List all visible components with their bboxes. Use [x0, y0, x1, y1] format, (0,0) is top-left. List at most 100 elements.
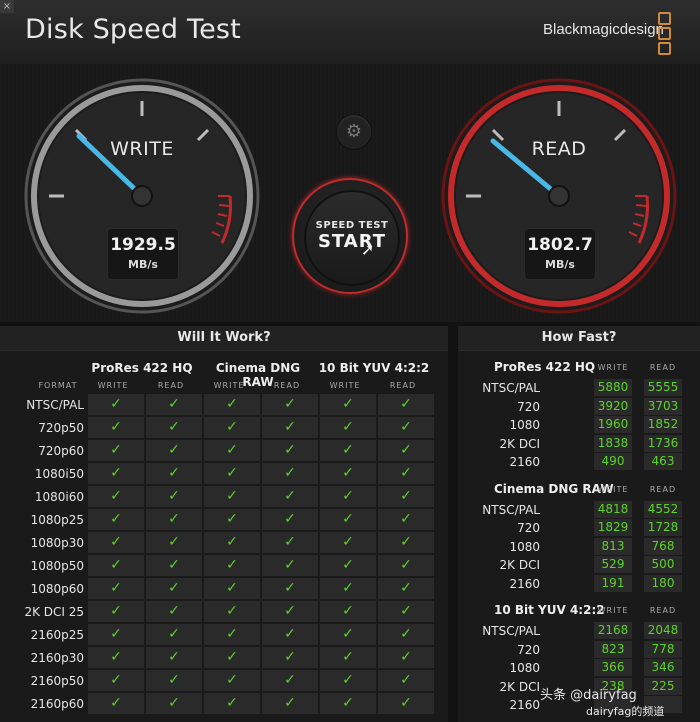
format-name: 2160p50	[30, 674, 84, 688]
how-fast-row: 1080 366 346	[458, 659, 700, 677]
check-icon: ✓	[204, 647, 260, 668]
how-fast-format-name: NTSC/PAL	[482, 381, 540, 395]
read-speed-value: 346	[644, 659, 682, 676]
check-icon: ✓	[204, 670, 260, 691]
read-speed-value: 225	[644, 677, 682, 695]
write-speed-value: 2168	[594, 622, 632, 639]
check-icon: ✓	[146, 417, 202, 438]
format-name: 1080p30	[30, 536, 84, 550]
check-icon: ✓	[146, 394, 202, 415]
check-icon: ✓	[204, 532, 260, 553]
read-column-header: READ	[649, 363, 677, 372]
check-icon: ✓	[378, 693, 434, 714]
check-icon: ✓	[146, 693, 202, 714]
check-icon: ✓	[378, 394, 434, 415]
how-fast-format-name: 1080	[509, 418, 540, 432]
read-column-header: READ	[649, 606, 677, 615]
check-icon: ✓	[378, 440, 434, 461]
check-icon: ✓	[262, 578, 318, 599]
how-fast-format-name: 2160	[509, 698, 540, 712]
read-readout: 1802.7 MB/s	[524, 228, 596, 280]
check-icon: ✓	[204, 486, 260, 507]
format-name: 2160p60	[30, 697, 84, 711]
check-icon: ✓	[204, 555, 260, 576]
check-icon: ✓	[378, 486, 434, 507]
read-speed-value: 463	[644, 453, 682, 470]
check-icon: ✓	[262, 394, 318, 415]
format-row: 2160p60 ✓ ✓ ✓ ✓ ✓ ✓	[0, 693, 448, 715]
format-name: 720p50	[38, 421, 84, 435]
check-icon: ✓	[320, 624, 376, 645]
check-icon: ✓	[320, 670, 376, 691]
format-header: FORMAT	[38, 381, 78, 390]
format-row: 720p60 ✓ ✓ ✓ ✓ ✓ ✓	[0, 440, 448, 462]
write-speed-value: 1838	[594, 434, 632, 452]
check-icon: ✓	[262, 624, 318, 645]
format-name: 2160p30	[30, 651, 84, 665]
watermark-channel: dairyfag的频道	[586, 705, 665, 718]
how-fast-title: How Fast?	[458, 326, 700, 351]
check-icon: ✓	[88, 578, 144, 599]
write-column-header: WRITE	[213, 381, 245, 390]
check-icon: ✓	[204, 463, 260, 484]
check-icon: ✓	[262, 486, 318, 507]
check-icon: ✓	[146, 670, 202, 691]
settings-gear-icon[interactable]: ⚙	[336, 114, 372, 150]
how-fast-format-name: 1080	[509, 661, 540, 675]
check-icon: ✓	[204, 601, 260, 622]
check-icon: ✓	[262, 555, 318, 576]
format-name: 1080i50	[34, 467, 84, 481]
check-icon: ✓	[146, 601, 202, 622]
how-fast-row: 2K DCI 1838 1736	[458, 434, 700, 453]
check-icon: ✓	[378, 578, 434, 599]
format-row: 2160p30 ✓ ✓ ✓ ✓ ✓ ✓	[0, 647, 448, 669]
write-speed-value: 490	[594, 453, 632, 470]
watermark: 头条 @dairyfag	[540, 688, 637, 703]
read-speed-value: 2048	[644, 622, 682, 639]
write-speed-value: 1960	[594, 416, 632, 433]
format-group-header: 10 Bit YUV 4:2:2	[318, 361, 430, 375]
start-button-face[interactable]: SPEED TEST START	[304, 190, 400, 286]
format-name: 1080p25	[30, 513, 84, 527]
read-value: 1802.7	[527, 235, 593, 255]
read-speed-value: 778	[644, 640, 682, 658]
check-icon: ✓	[88, 486, 144, 507]
close-icon[interactable]: ×	[0, 0, 14, 13]
read-speed-value: 3703	[644, 397, 682, 415]
read-speed-value: 768	[644, 537, 682, 555]
format-row: 2160p25 ✓ ✓ ✓ ✓ ✓ ✓	[0, 624, 448, 646]
check-icon: ✓	[146, 555, 202, 576]
brand-name: Blackmagicdesign	[543, 21, 664, 38]
check-icon: ✓	[146, 578, 202, 599]
format-name: 1080p50	[30, 559, 84, 573]
how-fast-row: 720 3920 3703	[458, 397, 700, 416]
format-name: 2160p25	[30, 628, 84, 642]
write-unit: MB/s	[128, 258, 158, 271]
start-button[interactable]: SPEED TEST START	[290, 176, 410, 296]
write-speed-value: 1829	[594, 519, 632, 536]
write-column-header: WRITE	[329, 381, 361, 390]
how-fast-row: 720 823 778	[458, 640, 700, 659]
check-icon: ✓	[88, 440, 144, 461]
write-column-header: WRITE	[597, 484, 629, 494]
format-row: 2K DCI 25 ✓ ✓ ✓ ✓ ✓ ✓	[0, 601, 448, 623]
check-icon: ✓	[378, 509, 434, 530]
check-icon: ✓	[262, 693, 318, 714]
how-fast-format-name: 720	[517, 521, 540, 535]
format-group-header: ProRes 422 HQ	[91, 361, 193, 375]
check-icon: ✓	[378, 670, 434, 691]
check-icon: ✓	[146, 440, 202, 461]
write-column-header: WRITE	[97, 381, 129, 390]
how-fast-row: 2160 191 180	[458, 574, 700, 593]
write-value: 1929.5	[110, 235, 176, 255]
check-icon: ✓	[146, 647, 202, 668]
format-row: 1080p25 ✓ ✓ ✓ ✓ ✓ ✓	[0, 509, 448, 531]
write-speed-value: 813	[594, 537, 632, 555]
check-icon: ✓	[204, 578, 260, 599]
start-button-label: START	[317, 231, 387, 252]
check-icon: ✓	[320, 417, 376, 438]
check-icon: ✓	[378, 532, 434, 553]
read-speed-value: 5555	[644, 379, 682, 396]
check-icon: ✓	[88, 532, 144, 553]
read-gauge: READ 1802.7 MB/s	[441, 78, 677, 314]
